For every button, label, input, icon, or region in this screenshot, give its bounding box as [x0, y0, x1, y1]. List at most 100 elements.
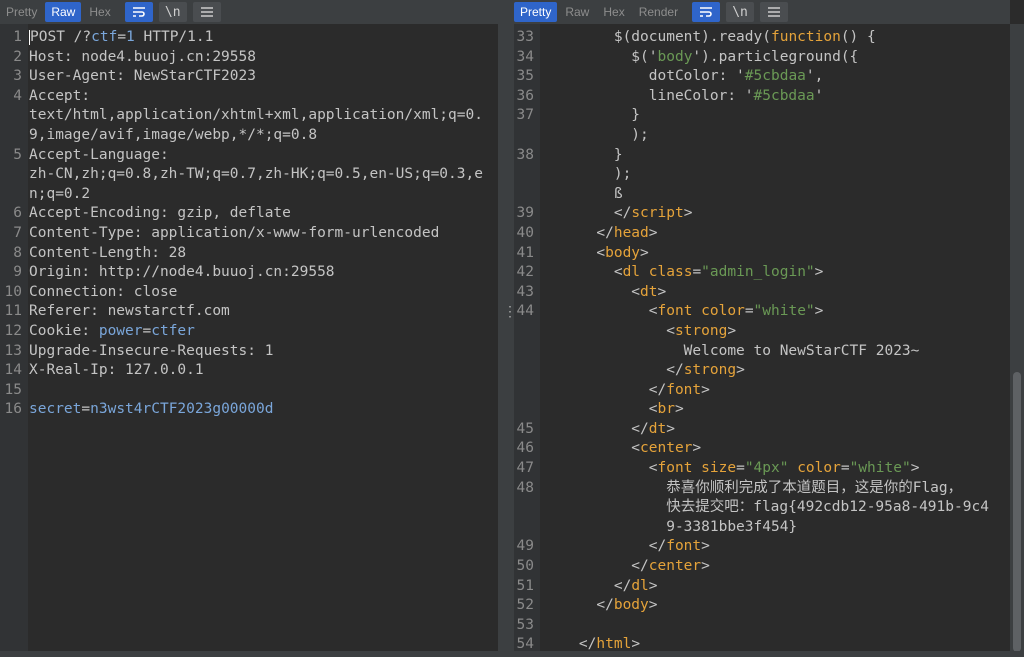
- code-token: HTTP/1.1: [134, 29, 214, 45]
- response-scrollbar[interactable]: [1010, 24, 1024, 652]
- code-token: color: [701, 303, 745, 320]
- response-editor[interactable]: 33 $(document).ready(function() {34 $('b…: [514, 24, 1010, 652]
- code-token: X-Real-Ip: 127.0.0.1: [29, 362, 204, 379]
- newline-icon[interactable]: \n: [158, 2, 187, 22]
- code-token: body: [657, 48, 693, 65]
- line-number: [514, 400, 534, 420]
- line-text: <font size="4px" color="white">: [534, 459, 920, 479]
- tab-pretty[interactable]: Pretty: [0, 2, 43, 22]
- tab-hex[interactable]: Hex: [83, 2, 116, 22]
- code-line: 47 <font size="4px" color="white">: [514, 459, 1010, 479]
- line-text: dotColor: '#5cbdaa',: [534, 67, 824, 87]
- tab-pretty[interactable]: Pretty: [514, 2, 558, 22]
- code-line: <br>: [514, 400, 1010, 420]
- line-number: 13: [4, 342, 22, 359]
- line-text: User-Agent: NewStarCTF2023: [24, 67, 256, 87]
- tab-hex[interactable]: Hex: [597, 2, 630, 22]
- code-token: </: [544, 381, 667, 398]
- code-token: () {: [840, 29, 876, 45]
- code-token: </: [544, 362, 684, 379]
- code-token: >: [640, 244, 649, 261]
- line-number: 53: [516, 616, 534, 633]
- code-line: 43 <dt>: [514, 283, 1010, 303]
- code-token: =: [736, 460, 745, 477]
- code-token: power: [98, 322, 143, 339]
- code-token: center: [640, 440, 693, 457]
- menu-icon[interactable]: [192, 2, 221, 22]
- line-text: Upgrade-Insecure-Requests: 1: [24, 342, 273, 362]
- code-token: Welcome to NewStarCTF 2023~: [544, 342, 920, 359]
- tab-render[interactable]: Render: [633, 2, 684, 22]
- line-number: 33: [516, 29, 534, 45]
- wrap-lines-icon[interactable]: [692, 2, 721, 22]
- code-token: );: [544, 126, 649, 143]
- line-text: Connection: close: [24, 283, 177, 303]
- line-text: 快去提交吧：flag{492cdb12-95a8-491b-9c4: [534, 498, 989, 518]
- code-line: 快去提交吧：flag{492cdb12-95a8-491b-9c4: [514, 498, 1010, 518]
- code-token: font: [657, 303, 702, 320]
- menu-icon[interactable]: [760, 2, 789, 22]
- code-token: >: [814, 264, 824, 281]
- code-token: "white": [753, 303, 815, 320]
- code-token: >: [692, 440, 702, 457]
- line-number: 48: [516, 479, 534, 496]
- code-token: 9,image/avif,image/webp,*/*;q=0.8: [29, 126, 318, 143]
- code-token: </: [544, 420, 649, 437]
- code-token: head: [613, 224, 649, 241]
- line-text: Accept:: [24, 87, 90, 107]
- code-line: n;q=0.2: [0, 185, 498, 205]
- line-number: 41: [516, 244, 534, 261]
- newline-icon[interactable]: \n: [726, 2, 755, 22]
- tab-raw[interactable]: Raw: [45, 2, 82, 22]
- code-token: ctfer: [151, 322, 195, 339]
- code-token: Accept-Encoding: gzip, deflate: [29, 205, 291, 222]
- code-token: <: [544, 322, 675, 339]
- line-number: 46: [516, 440, 534, 457]
- line-number: 36: [516, 87, 534, 104]
- code-token: =: [142, 322, 152, 339]
- wrap-lines-icon[interactable]: [124, 2, 153, 22]
- line-text: );: [534, 165, 631, 185]
- code-token: Upgrade-Insecure-Requests: 1: [29, 342, 274, 359]
- code-token: }: [544, 146, 623, 163]
- code-token: </: [544, 538, 667, 555]
- code-token: 1: [126, 29, 135, 45]
- line-number: 51: [516, 577, 534, 594]
- code-line: 6 Accept-Encoding: gzip, deflate: [0, 204, 498, 224]
- code-token: >: [910, 460, 920, 477]
- code-line: 40 </head>: [514, 224, 1010, 244]
- code-token: strong: [674, 322, 728, 339]
- line-text: zh-CN,zh;q=0.8,zh-TW;q=0.7,zh-HK;q=0.5,e…: [24, 165, 483, 185]
- code-line: 35 dotColor: '#5cbdaa',: [514, 67, 1010, 87]
- tab-raw[interactable]: Raw: [559, 2, 595, 22]
- line-number: [0, 165, 24, 185]
- line-text: ß: [534, 185, 623, 205]
- code-token: ': [814, 87, 824, 104]
- scrollbar-thumb[interactable]: [1013, 372, 1021, 652]
- line-number: 49: [516, 538, 534, 555]
- code-token: font: [666, 538, 702, 555]
- line-number: 43: [516, 283, 534, 300]
- line-number: 4: [13, 87, 22, 104]
- code-token: $(document).ready(: [544, 29, 771, 45]
- line-number: [514, 185, 534, 205]
- code-line: 13 Upgrade-Insecure-Requests: 1: [0, 342, 498, 362]
- code-token: =: [840, 460, 850, 477]
- code-token: </: [544, 224, 614, 241]
- code-token: body: [605, 244, 641, 261]
- line-number: 42: [516, 264, 534, 281]
- request-editor[interactable]: 1 POST /?ctf=1 HTTP/1.1 2 Host: node4.buuoj…: [0, 24, 498, 651]
- code-line: Welcome to NewStarCTF 2023~: [514, 342, 1010, 362]
- code-line: 4 Accept:: [0, 87, 498, 107]
- line-text: </font>: [534, 381, 710, 401]
- line-text: X-Real-Ip: 127.0.0.1: [24, 361, 204, 381]
- pane-divider[interactable]: ⋮: [498, 0, 517, 657]
- code-line: 39 </script>: [514, 204, 1010, 224]
- line-text: </head>: [534, 224, 657, 244]
- code-token: dt: [640, 283, 658, 300]
- code-line: text/html,application/xhtml+xml,applicat…: [0, 106, 498, 126]
- code-line: 36 lineColor: '#5cbdaa': [514, 87, 1010, 107]
- line-number: 38: [516, 146, 534, 163]
- code-line: 38 }: [514, 146, 1010, 166]
- line-number: 5: [13, 146, 22, 163]
